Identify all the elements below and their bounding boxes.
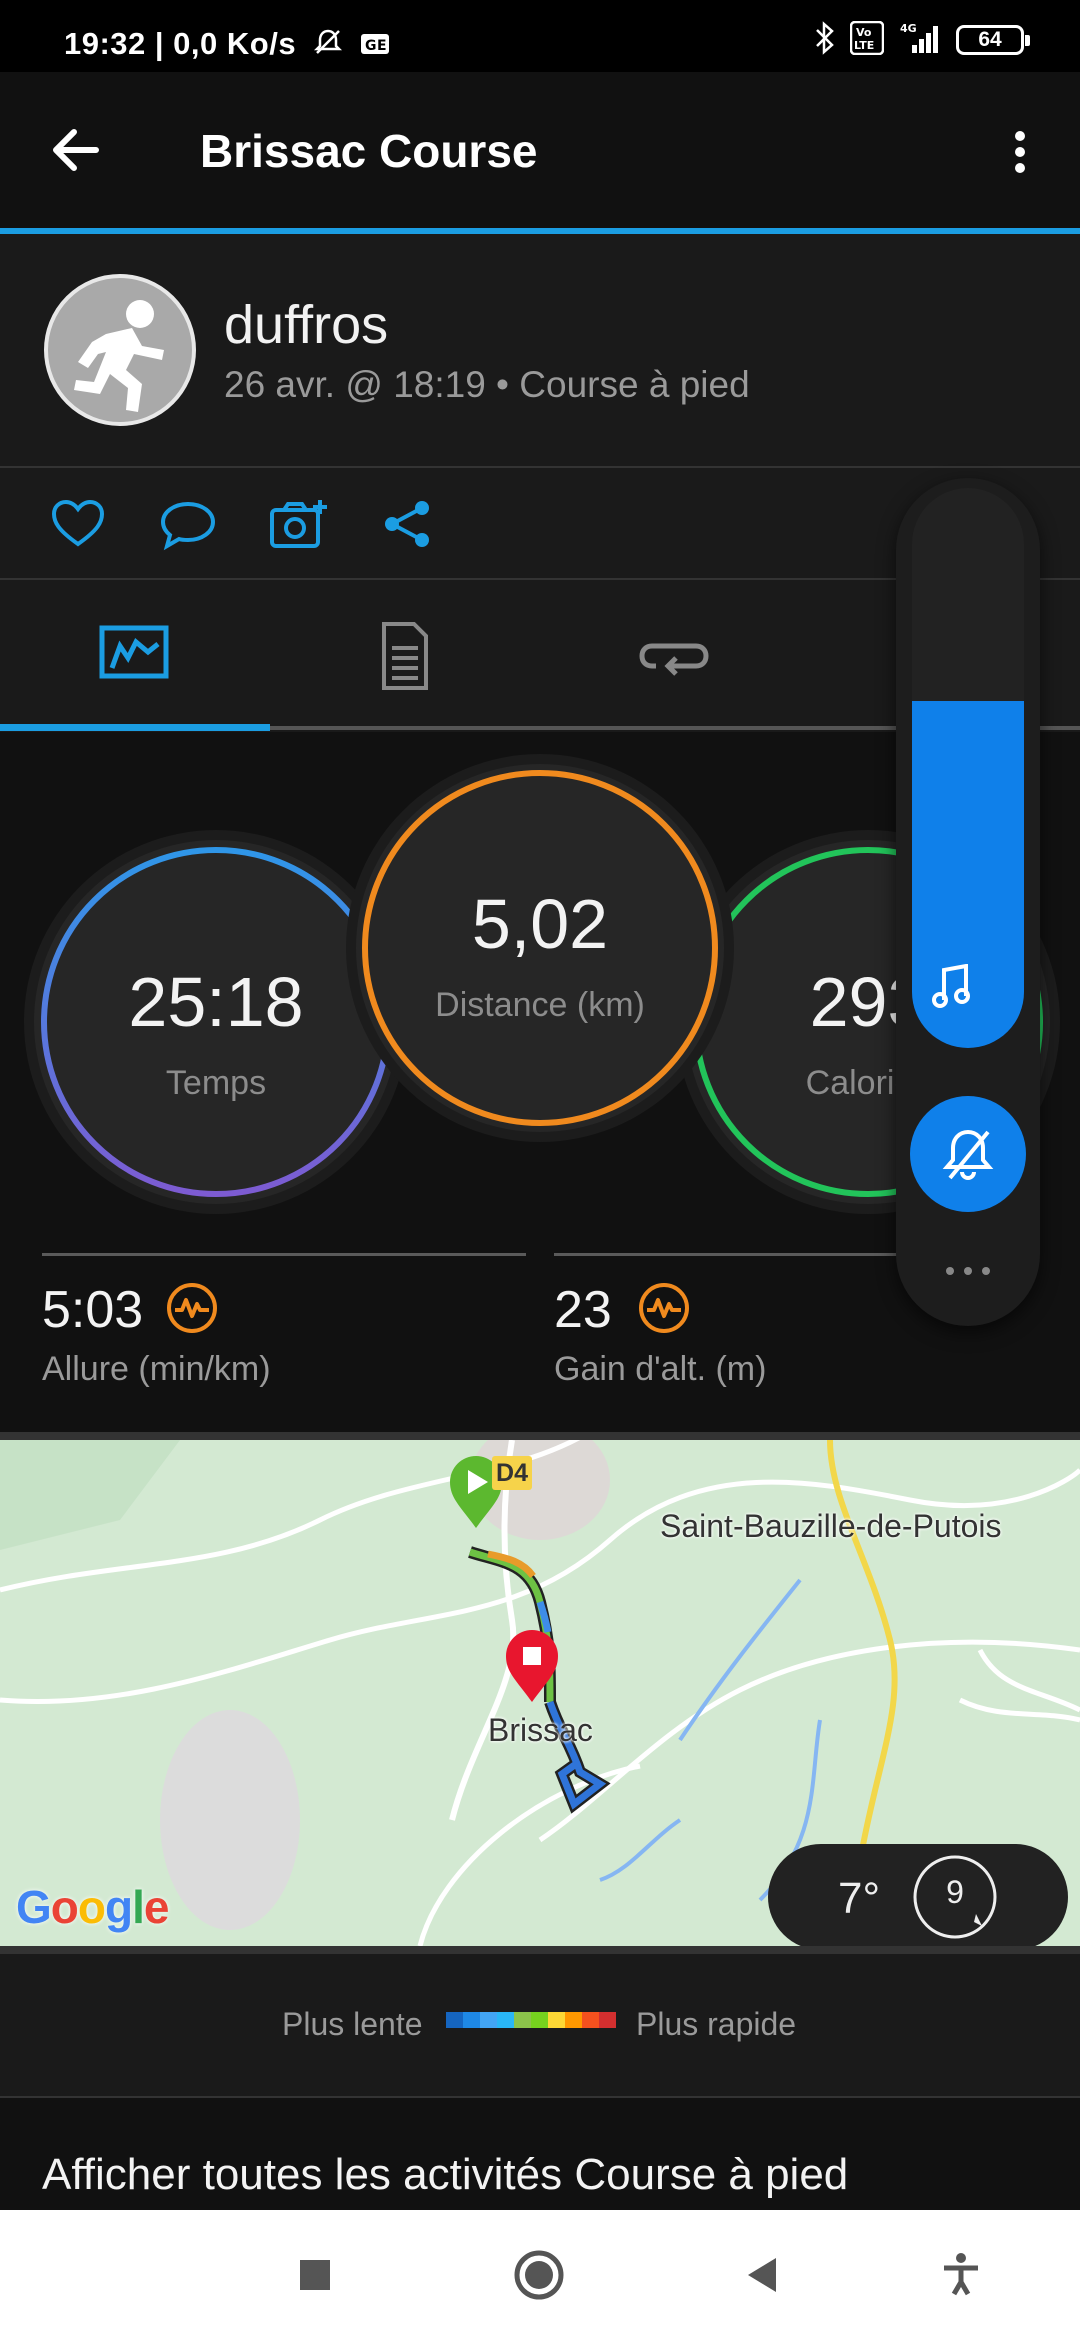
more-vert-icon[interactable]: [1000, 122, 1040, 182]
distance-value: 5,02: [471, 885, 609, 963]
legend-color-swatch: [463, 2012, 480, 2028]
camera-add-icon[interactable]: [268, 496, 328, 552]
distance-ring: 5,02 Distance (km): [356, 764, 724, 1132]
map-town-label: Brissac: [488, 1712, 593, 1748]
heart-icon[interactable]: [48, 496, 108, 552]
legend-color-swatch: [582, 2012, 599, 2028]
pace-chart-icon[interactable]: [166, 1282, 218, 1334]
tab-indicator-active: [0, 724, 270, 731]
comment-icon[interactable]: [158, 496, 218, 552]
elevation-chart-icon[interactable]: [638, 1282, 690, 1334]
app-notification-icon: GE: [360, 28, 390, 64]
tab-laps[interactable]: [634, 620, 714, 690]
battery-icon: 64: [956, 25, 1030, 55]
route-map[interactable]: D4 Saint-Bauzille-de-Putois Brissac Goog…: [0, 1432, 1080, 1954]
tab-stats[interactable]: [96, 620, 176, 690]
username[interactable]: duffros: [224, 294, 388, 356]
legend-color-swatch: [548, 2012, 565, 2028]
laps-tab-icon: [639, 643, 709, 676]
distance-label: Distance (km): [435, 986, 645, 1024]
system-nav-bar: [0, 2210, 1080, 2340]
bluetooth-icon: [814, 20, 836, 60]
details-tab-icon: [382, 622, 428, 690]
status-time-speed: 19:32 | 0,0 Ko/s: [64, 26, 297, 61]
accessibility-icon[interactable]: [934, 2248, 988, 2302]
map-town-label: Saint-Bauzille-de-Putois: [660, 1508, 1002, 1544]
weather-badge: 7° 9: [768, 1844, 1068, 1946]
elevation-label: Gain d'alt. (m): [554, 1350, 767, 1388]
activity-date-type: 26 avr. @ 18:19 • Course à pied: [224, 364, 750, 405]
home-circle-icon[interactable]: [512, 2248, 566, 2302]
svg-text:Vo: Vo: [856, 26, 872, 39]
legend-color-scale: [446, 2012, 616, 2028]
time-label: Temps: [165, 1064, 267, 1102]
back-triangle-icon[interactable]: [736, 2248, 790, 2302]
ringer-mute-button[interactable]: [910, 1096, 1026, 1212]
google-logo: Google: [16, 1881, 169, 1933]
volte-icon: Vo LTE: [849, 20, 885, 60]
elevation-divider: [554, 1253, 900, 1256]
volume-panel: [896, 478, 1040, 1326]
legend-color-swatch: [599, 2012, 616, 2028]
legend-color-swatch: [531, 2012, 548, 2028]
activity-header: duffros 26 avr. @ 18:19 • Course à pied: [0, 234, 1080, 468]
svg-text:LTE: LTE: [854, 39, 874, 52]
legend-color-swatch: [514, 2012, 531, 2028]
back-arrow-icon[interactable]: [46, 122, 106, 178]
pace-value: 5:03: [42, 1281, 144, 1339]
status-right: Vo LTE 4G 64: [814, 20, 1030, 60]
pace-label: Allure (min/km): [42, 1350, 271, 1388]
share-icon[interactable]: [378, 496, 438, 552]
time-value: 25:18: [128, 963, 304, 1041]
status-left: 19:32 | 0,0 Ko/s GE: [64, 26, 390, 65]
elevation-value: 23: [554, 1281, 612, 1339]
avatar[interactable]: [44, 274, 196, 426]
music-note-icon: [932, 963, 972, 1008]
all-activities-link[interactable]: Afficher toutes les activités Course à p…: [0, 2098, 1080, 2210]
status-bar: 19:32 | 0,0 Ko/s GE Vo LTE 4G 64: [0, 0, 1080, 72]
bell-off-icon: [942, 1129, 994, 1180]
pace-divider: [42, 1253, 526, 1256]
legend-slow-label: Plus lente: [282, 2006, 423, 2042]
app-bar: Brissac Course: [0, 72, 1080, 228]
road-label: D4: [492, 1456, 532, 1490]
legend-color-swatch: [446, 2012, 463, 2028]
bell-off-icon: [313, 27, 343, 65]
more-options-icon[interactable]: [940, 1264, 996, 1278]
page-title: Brissac Course: [200, 125, 538, 177]
recents-square-icon[interactable]: [288, 2248, 342, 2302]
signal-icon: 4G: [898, 21, 942, 60]
legend-color-swatch: [480, 2012, 497, 2028]
temperature: 7°: [838, 1874, 881, 1923]
legend-color-swatch: [497, 2012, 514, 2028]
wind-speed: 9: [946, 1874, 964, 1910]
svg-text:GE: GE: [365, 38, 387, 54]
pace-legend: Plus lente Plus rapide: [0, 1954, 1080, 2098]
legend-color-swatch: [565, 2012, 582, 2028]
time-ring: 25:18 Temps: [34, 840, 398, 1204]
all-activities-label: Afficher toutes les activités Course à p…: [42, 2150, 849, 2199]
runner-icon: [74, 300, 164, 412]
legend-fast-label: Plus rapide: [636, 2006, 797, 2042]
svg-text:4G: 4G: [900, 22, 917, 35]
stats-tab-icon: [99, 625, 169, 679]
tab-details[interactable]: [364, 620, 444, 690]
